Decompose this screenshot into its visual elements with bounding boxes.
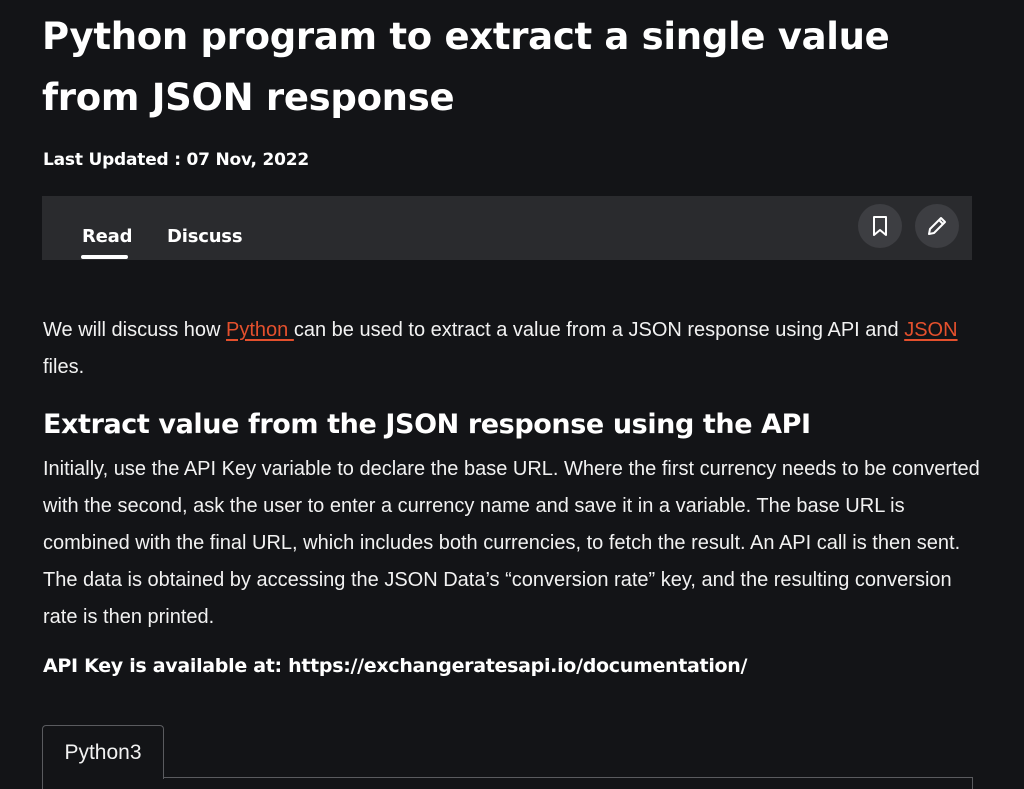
bookmark-button[interactable] bbox=[858, 204, 902, 248]
api-key-note: API Key is available at: https://exchang… bbox=[43, 655, 748, 677]
active-tab-indicator bbox=[81, 255, 128, 259]
edit-button[interactable] bbox=[915, 204, 959, 248]
page-title: Python program to extract a single value… bbox=[42, 15, 890, 119]
intro-text-1: We will discuss how bbox=[43, 319, 227, 341]
article: Python program to extract a single value… bbox=[0, 0, 1024, 789]
tab-discuss[interactable]: Discuss bbox=[167, 226, 243, 247]
code-tab-python3[interactable]: Python3 bbox=[42, 725, 164, 779]
intro-text-2: can be used to extract a value from a JS… bbox=[293, 319, 905, 341]
section-heading: Extract value from the JSON response usi… bbox=[43, 409, 811, 440]
json-link[interactable]: JSON bbox=[904, 319, 957, 341]
pencil-icon bbox=[928, 217, 946, 235]
bookmark-icon bbox=[873, 216, 887, 236]
intro-paragraph: We will discuss how Python can be used t… bbox=[43, 312, 983, 386]
last-updated: Last Updated : 07 Nov, 2022 bbox=[43, 150, 310, 170]
tab-read[interactable]: Read bbox=[82, 226, 133, 247]
python-link[interactable]: Python bbox=[226, 319, 294, 341]
intro-text-3: files. bbox=[43, 356, 85, 378]
code-panel bbox=[42, 777, 973, 789]
article-tab-bar: Read Discuss bbox=[42, 196, 972, 260]
section-body: Initially, use the API Key variable to d… bbox=[43, 458, 980, 628]
